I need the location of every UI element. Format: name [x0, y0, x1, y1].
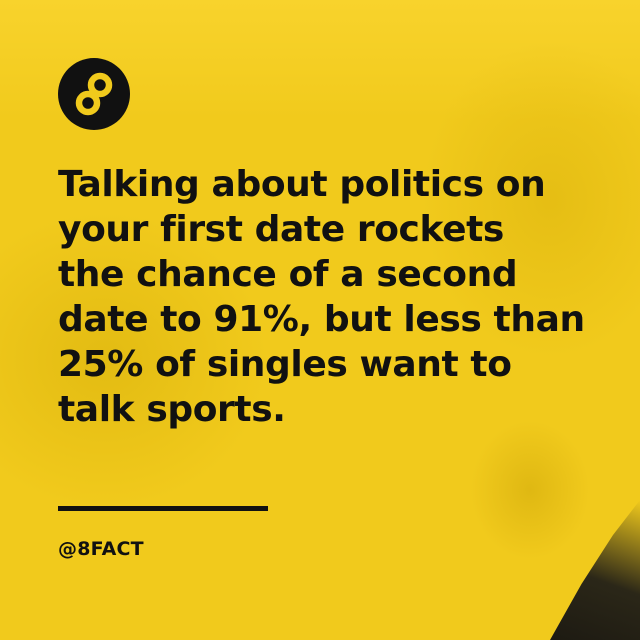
brand-handle: @8FACT [58, 538, 144, 560]
background-photo-shade-cup [470, 420, 590, 560]
infinity-eight-icon [75, 72, 113, 116]
divider-line [58, 506, 268, 511]
background-photo-figure [550, 500, 640, 640]
brand-logo [58, 58, 130, 130]
fact-card: Talking about politics on your first dat… [0, 0, 640, 640]
fact-headline: Talking about politics on your first dat… [58, 164, 585, 430]
